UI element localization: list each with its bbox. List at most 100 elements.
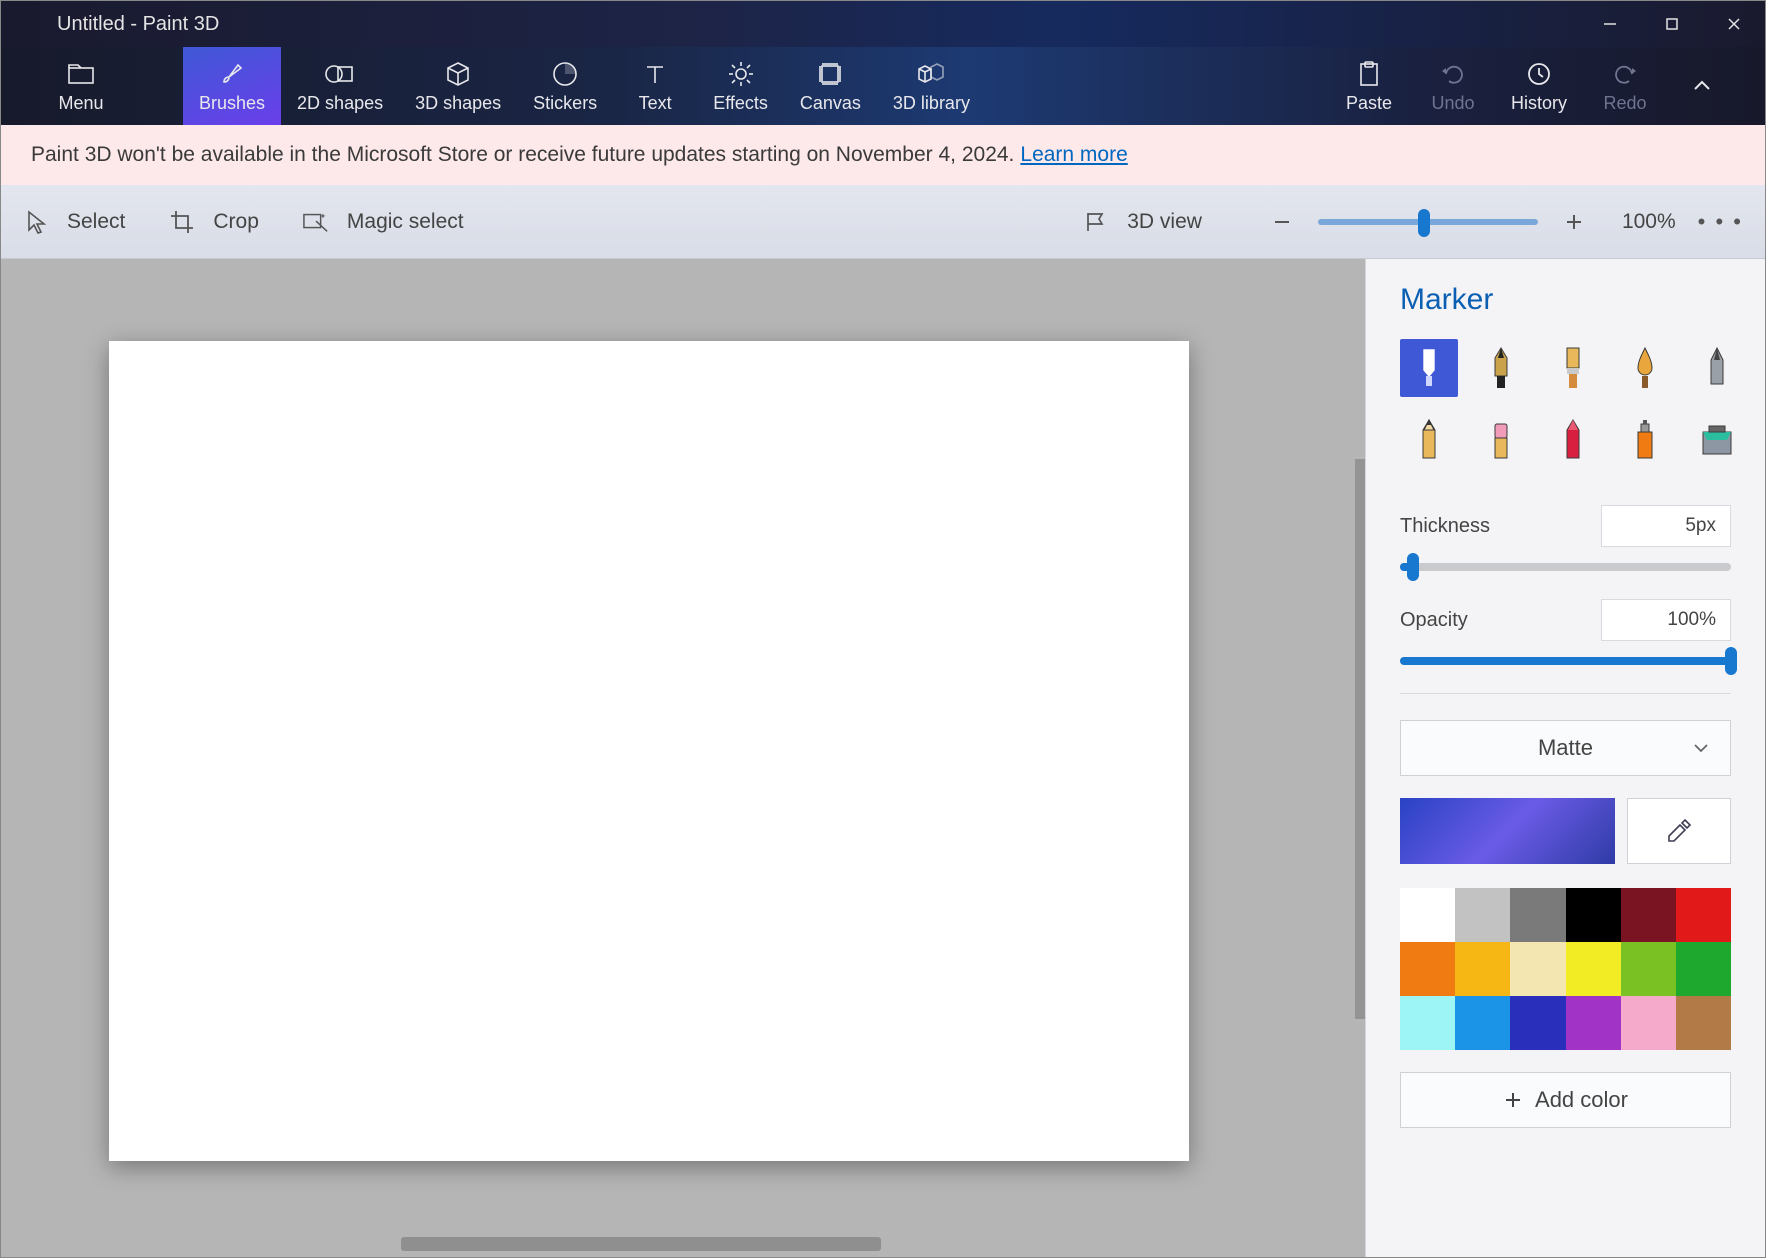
tab-3dshapes[interactable]: 3D shapes (399, 47, 517, 125)
brush-eraser[interactable] (1472, 411, 1530, 469)
collapse-ribbon-button[interactable] (1667, 47, 1737, 125)
material-dropdown[interactable]: Matte (1400, 720, 1731, 776)
opacity-slider[interactable] (1400, 657, 1731, 665)
color-swatch[interactable] (1566, 942, 1621, 996)
color-swatch[interactable] (1455, 942, 1510, 996)
side-panel: Marker Thickness 5px Opacity 100% Matte (1365, 259, 1765, 1257)
opacity-input[interactable]: 100% (1601, 599, 1731, 641)
brush-marker[interactable] (1400, 339, 1458, 397)
history-icon (1526, 59, 1552, 89)
thickness-slider-thumb[interactable] (1407, 553, 1419, 581)
minimize-button[interactable] (1579, 1, 1641, 47)
color-swatch[interactable] (1566, 888, 1621, 942)
brush-pencil[interactable] (1400, 411, 1458, 469)
tab-text[interactable]: Text (613, 47, 697, 125)
tab-canvas[interactable]: Canvas (784, 47, 877, 125)
undo-icon (1440, 59, 1466, 89)
brush-spray-can[interactable] (1616, 411, 1674, 469)
brush-grid (1400, 339, 1731, 469)
color-swatch[interactable] (1676, 888, 1731, 942)
redo-icon (1612, 59, 1638, 89)
color-swatch[interactable] (1455, 888, 1510, 942)
paste-button[interactable]: Paste (1327, 47, 1411, 125)
chevron-down-icon (1692, 739, 1710, 757)
color-swatch[interactable] (1510, 888, 1565, 942)
tab-stickers[interactable]: Stickers (517, 47, 613, 125)
add-color-label: Add color (1535, 1087, 1628, 1113)
learn-more-link[interactable]: Learn more (1020, 143, 1127, 167)
color-swatch[interactable] (1455, 996, 1510, 1050)
3d-view-label: 3D view (1127, 210, 1202, 234)
folder-icon (68, 59, 94, 89)
color-swatch[interactable] (1566, 996, 1621, 1050)
zoom-in-button[interactable] (1554, 202, 1594, 242)
thickness-slider[interactable] (1400, 563, 1731, 571)
menu-button[interactable]: Menu (39, 47, 123, 125)
color-swatch[interactable] (1621, 996, 1676, 1050)
deprecation-notice: Paint 3D won't be available in the Micro… (1, 125, 1765, 185)
tab-3dlibrary[interactable]: 3D library (877, 47, 986, 125)
material-value: Matte (1538, 735, 1593, 761)
tab-label: 3D shapes (415, 93, 501, 114)
color-swatch[interactable] (1621, 888, 1676, 942)
undo-label: Undo (1431, 93, 1474, 114)
undo-button[interactable]: Undo (1411, 47, 1495, 125)
select-label: Select (67, 210, 125, 234)
color-swatch[interactable] (1510, 996, 1565, 1050)
select-tool[interactable]: Select (23, 209, 125, 235)
brush-crayon[interactable] (1544, 411, 1602, 469)
horizontal-scrollbar[interactable] (401, 1237, 881, 1251)
current-color[interactable] (1400, 798, 1615, 864)
tab-label: Brushes (199, 93, 265, 114)
flag-icon (1083, 209, 1109, 235)
zoom-slider[interactable] (1318, 219, 1538, 225)
color-swatch[interactable] (1510, 942, 1565, 996)
tab-brushes[interactable]: Brushes (183, 47, 281, 125)
eyedropper-button[interactable] (1627, 798, 1731, 864)
clipboard-icon (1358, 59, 1380, 89)
tab-effects[interactable]: Effects (697, 47, 784, 125)
canvas-icon (817, 59, 843, 89)
color-swatch[interactable] (1400, 942, 1455, 996)
opacity-slider-thumb[interactable] (1725, 647, 1737, 675)
3d-view-toggle[interactable]: 3D view (1083, 209, 1202, 235)
maximize-button[interactable] (1641, 1, 1703, 47)
color-swatch[interactable] (1621, 942, 1676, 996)
crop-label: Crop (213, 210, 259, 234)
brush-pixel-pen[interactable] (1688, 339, 1746, 397)
tab-2dshapes[interactable]: 2D shapes (281, 47, 399, 125)
brush-oil-brush[interactable] (1544, 339, 1602, 397)
cursor-icon (23, 209, 49, 235)
window-title: Untitled - Paint 3D (57, 13, 219, 36)
chevron-up-icon (1691, 75, 1713, 97)
shapes2d-icon (325, 59, 355, 89)
brush-watercolor[interactable] (1616, 339, 1674, 397)
text-icon (643, 59, 667, 89)
more-button[interactable]: • • • (1698, 209, 1743, 235)
zoom-out-button[interactable] (1262, 202, 1302, 242)
vertical-scrollbar[interactable] (1355, 459, 1365, 1019)
divider (1400, 693, 1731, 694)
ribbon-tabs: Brushes 2D shapes 3D shapes StickersText Eff… (183, 47, 986, 125)
redo-button[interactable]: Redo (1583, 47, 1667, 125)
zoom-slider-thumb[interactable] (1418, 209, 1430, 237)
tab-label: Effects (713, 93, 768, 114)
magic-select-label: Magic select (347, 210, 464, 234)
thickness-input[interactable]: 5px (1601, 505, 1731, 547)
brush-fill[interactable] (1688, 411, 1746, 469)
magic-select-tool[interactable]: Magic select (303, 209, 464, 235)
history-button[interactable]: History (1495, 47, 1583, 125)
color-swatch[interactable] (1676, 996, 1731, 1050)
sun-icon (728, 59, 754, 89)
color-swatch[interactable] (1400, 888, 1455, 942)
title-bar: Untitled - Paint 3D (1, 1, 1765, 47)
color-palette (1400, 888, 1731, 1050)
close-button[interactable] (1703, 1, 1765, 47)
color-swatch[interactable] (1676, 942, 1731, 996)
redo-label: Redo (1603, 93, 1646, 114)
color-swatch[interactable] (1400, 996, 1455, 1050)
crop-tool[interactable]: Crop (169, 209, 259, 235)
add-color-button[interactable]: Add color (1400, 1072, 1731, 1128)
brush-calligraphy[interactable] (1472, 339, 1530, 397)
canvas[interactable] (109, 341, 1189, 1161)
